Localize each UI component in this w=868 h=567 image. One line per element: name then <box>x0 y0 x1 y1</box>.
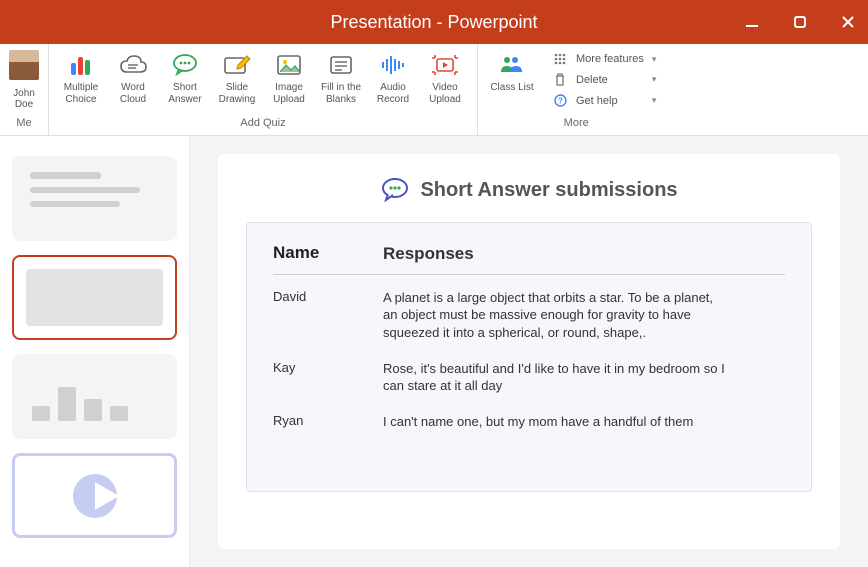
word-cloud-button[interactable]: Word Cloud <box>109 48 157 113</box>
respondent-response: I can't name one, but my mom have a hand… <box>383 413 785 431</box>
bar-chart-icon <box>68 52 94 78</box>
column-header-responses: Responses <box>383 243 785 266</box>
table-row: Ryan I can't name one, but my mom have a… <box>273 413 785 431</box>
multiple-choice-button[interactable]: Multiple Choice <box>57 48 105 113</box>
trash-icon <box>552 73 568 86</box>
help-icon: ? <box>552 94 568 107</box>
user-avatar[interactable] <box>9 50 39 80</box>
minimize-button[interactable] <box>742 12 762 32</box>
chevron-down-icon: ▾ <box>652 74 657 85</box>
responses-panel: Name Responses David A planet is a large… <box>246 222 812 492</box>
slide-thumbnails <box>0 136 190 567</box>
respondent-name: David <box>273 289 383 304</box>
speech-bubble-icon <box>380 178 410 202</box>
cloud-icon <box>119 52 147 78</box>
respondent-response: Rose, it's beautiful and I'd like to hav… <box>383 360 785 395</box>
delete-button[interactable]: Delete ▾ <box>548 70 660 89</box>
ribbon-group-label-more: More <box>486 113 666 135</box>
video-upload-button[interactable]: Video Upload <box>421 48 469 113</box>
slide-thumbnail-4[interactable] <box>12 453 177 538</box>
people-icon <box>498 52 526 78</box>
slide-drawing-button[interactable]: Slide Drawing <box>213 48 261 113</box>
ribbon-group-quiz: Multiple Choice Word Cloud Short Answer … <box>48 44 477 135</box>
chevron-down-icon: ▾ <box>652 54 657 65</box>
respondent-name: Ryan <box>273 413 383 428</box>
fill-blanks-button[interactable]: Fill in the Blanks <box>317 48 365 113</box>
window-controls <box>742 12 858 32</box>
maximize-button[interactable] <box>790 12 810 32</box>
respondent-name: Kay <box>273 360 383 375</box>
title-bar: Presentation - Powerpoint <box>0 0 868 44</box>
slide-thumbnail-3[interactable] <box>12 354 177 439</box>
close-button[interactable] <box>838 12 858 32</box>
video-icon <box>431 52 459 78</box>
pencil-slide-icon <box>223 52 251 78</box>
form-lines-icon <box>328 52 354 78</box>
speech-bubble-icon <box>171 52 199 78</box>
slide-canvas: Short Answer submissions Name Responses … <box>190 136 868 567</box>
column-header-name: Name <box>273 243 383 266</box>
ribbon: John Doe Me Multiple Choice Word Cloud S… <box>0 44 868 136</box>
table-row: David A planet is a large object that or… <box>273 289 785 342</box>
chevron-down-icon: ▾ <box>652 95 657 106</box>
user-name: John Doe <box>8 88 40 110</box>
svg-text:?: ? <box>558 97 563 106</box>
respondent-response: A planet is a large object that orbits a… <box>383 289 785 342</box>
pie-chart-icon <box>73 474 117 518</box>
table-header: Name Responses <box>273 243 785 275</box>
window-title: Presentation - Powerpoint <box>330 12 537 33</box>
audio-record-button[interactable]: Audio Record <box>369 48 417 113</box>
table-row: Kay Rose, it's beautiful and I'd like to… <box>273 360 785 395</box>
audio-wave-icon <box>379 52 407 78</box>
slide-thumbnail-1[interactable] <box>12 156 177 241</box>
get-help-button[interactable]: ? Get help ▾ <box>548 91 660 110</box>
grid-icon <box>552 53 568 65</box>
ribbon-group-label-me: Me <box>16 113 31 135</box>
ribbon-group-label-quiz: Add Quiz <box>57 113 469 135</box>
short-answer-button[interactable]: Short Answer <box>161 48 209 113</box>
image-icon <box>276 52 302 78</box>
ribbon-group-more: Class List More features ▾ Delete ▾ ? Ge… <box>477 44 674 135</box>
slide-title: Short Answer submissions <box>420 179 677 202</box>
image-upload-button[interactable]: Image Upload <box>265 48 313 113</box>
class-list-button[interactable]: Class List <box>486 48 538 113</box>
ribbon-group-me: John Doe Me <box>0 44 48 135</box>
slide-thumbnail-2[interactable] <box>12 255 177 340</box>
slide: Short Answer submissions Name Responses … <box>218 154 840 549</box>
more-features-button[interactable]: More features ▾ <box>548 50 660 68</box>
workspace: Short Answer submissions Name Responses … <box>0 136 868 567</box>
